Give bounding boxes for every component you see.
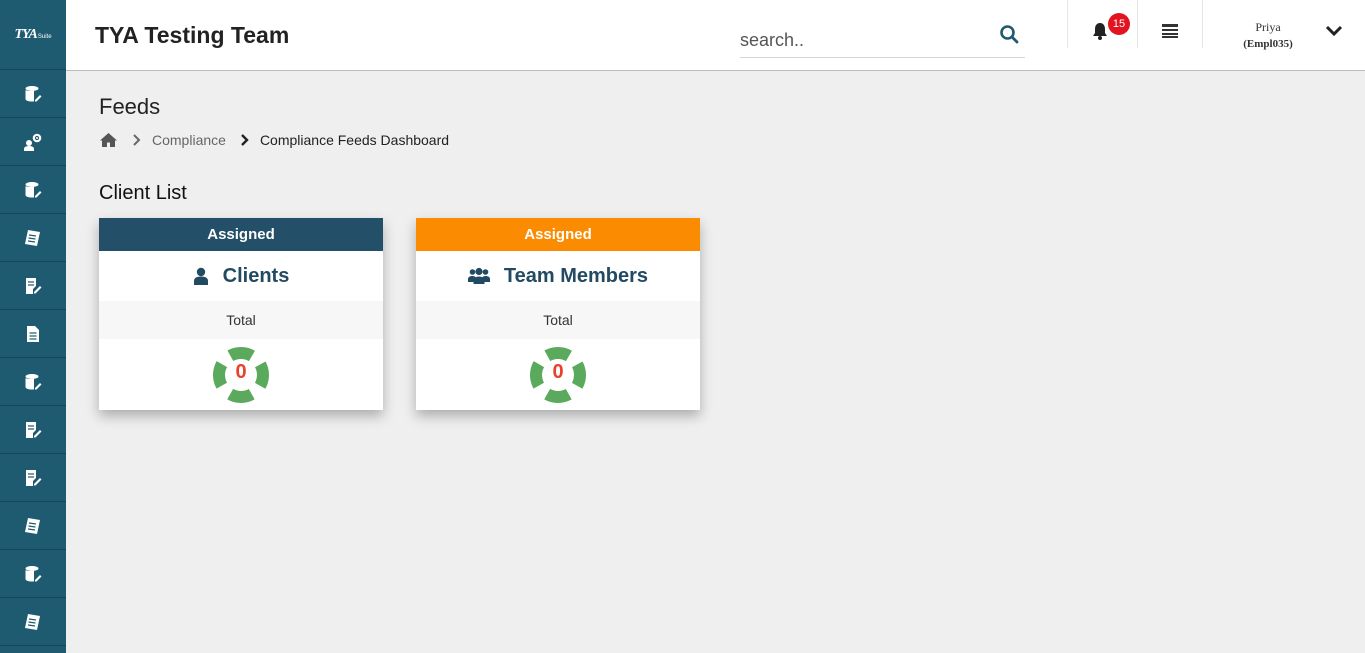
app-logo[interactable]: TYA Suite <box>0 0 66 70</box>
sidebar-item-11[interactable] <box>0 550 66 598</box>
card-subtitle: Total <box>99 301 383 339</box>
document-edit-icon <box>26 277 42 294</box>
donut-value: 0 <box>552 361 564 383</box>
sidebar-item-2[interactable] <box>0 118 66 166</box>
database-edit-icon <box>25 85 42 101</box>
chevron-right-icon <box>241 134 249 146</box>
search-icon[interactable] <box>999 24 1019 44</box>
breadcrumb-current: Compliance Feeds Dashboard <box>259 132 450 148</box>
sidebar-item-3[interactable] <box>0 166 66 214</box>
card-title: Clients <box>222 264 290 287</box>
clients-card[interactable]: Assigned Clients Total 0 <box>99 218 383 410</box>
checklist-icon <box>25 517 40 534</box>
document-edit-icon <box>26 421 42 438</box>
card-header: Assigned <box>99 218 383 251</box>
sidebar-item-12[interactable] <box>0 598 66 646</box>
document-edit-icon <box>26 469 42 486</box>
sidebar-item-10[interactable] <box>0 502 66 550</box>
chevron-down-icon[interactable] <box>1325 24 1343 38</box>
card-subtitle: Total <box>416 301 700 339</box>
section-title: Client List <box>99 182 187 204</box>
bell-icon[interactable] <box>1092 22 1108 40</box>
sidebar-item-6[interactable] <box>0 310 66 358</box>
sidebar-item-9[interactable] <box>0 454 66 502</box>
header-divider <box>1137 0 1138 48</box>
card-title-row: Team Members <box>416 251 700 301</box>
card-title: Team Members <box>503 264 649 287</box>
sidebar-item-5[interactable] <box>0 262 66 310</box>
database-edit-icon <box>25 181 42 197</box>
document-icon <box>27 325 39 342</box>
user-name[interactable]: Priya <box>1226 20 1310 35</box>
page-title: Feeds <box>99 94 161 119</box>
header-divider <box>1067 0 1068 48</box>
header-divider <box>1202 0 1203 48</box>
team-members-card[interactable]: Assigned Team Members Total 0 <box>416 218 700 410</box>
home-icon[interactable] <box>99 132 118 148</box>
sidebar-item-8[interactable] <box>0 406 66 454</box>
card-header: Assigned <box>416 218 700 251</box>
donut-chart: 0 <box>416 339 700 410</box>
sidebar-item-1[interactable] <box>0 70 66 118</box>
users-icon <box>467 267 490 284</box>
notification-badge: 15 <box>1108 13 1130 35</box>
logo-text: TYA <box>14 26 37 42</box>
sidebar-item-4[interactable] <box>0 214 66 262</box>
top-header: TYA Testing Team 15 Priya (Empl035) <box>66 0 1365 71</box>
user-id: (Empl035) <box>1243 38 1293 50</box>
donut-chart: 0 <box>99 339 383 410</box>
logo-sub: Suite <box>37 33 52 40</box>
sidebar: TYA Suite <box>0 0 66 653</box>
database-edit-icon <box>25 373 42 389</box>
chevron-right-icon <box>133 134 141 146</box>
search-bar <box>740 20 1025 58</box>
donut-value: 0 <box>235 361 247 383</box>
database-edit-icon <box>25 565 42 581</box>
list-icon[interactable] <box>1162 24 1178 38</box>
checklist-icon <box>25 613 40 630</box>
breadcrumb: Compliance Compliance Feeds Dashboard <box>99 130 449 150</box>
user-icon <box>193 267 208 285</box>
sidebar-item-7[interactable] <box>0 358 66 406</box>
user-gear-icon <box>24 133 42 151</box>
breadcrumb-compliance[interactable]: Compliance <box>152 132 226 148</box>
search-input[interactable] <box>740 28 980 52</box>
card-title-row: Clients <box>99 251 383 301</box>
app-title: TYA Testing Team <box>95 22 290 48</box>
checklist-icon <box>25 229 40 246</box>
